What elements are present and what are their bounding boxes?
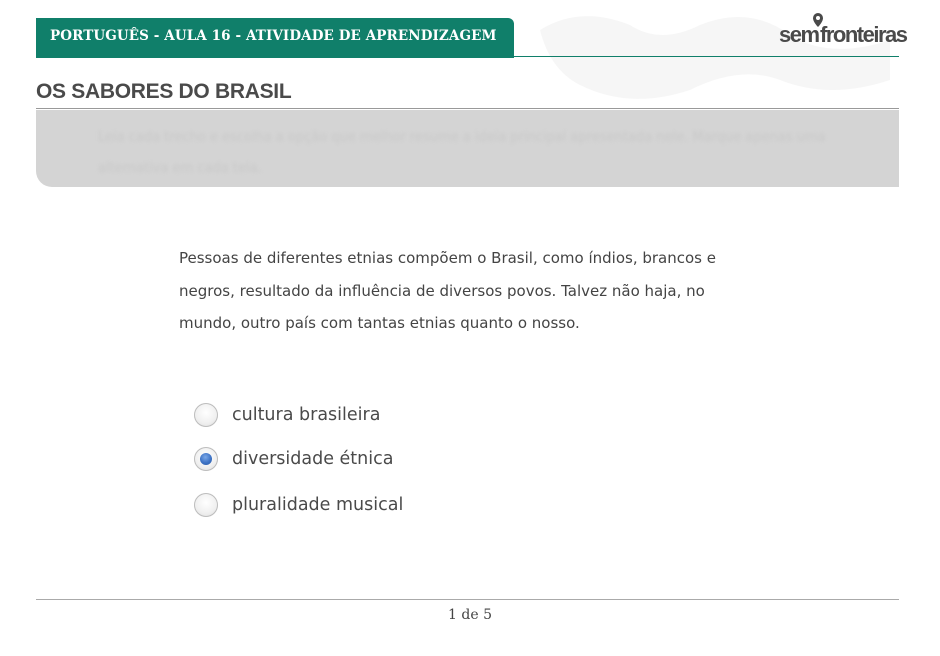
lesson-header-text: PORTUGUÊS - AULA 16 - ATIVIDADE DE APREN… [50, 28, 497, 44]
question-passage: Pessoas de diferentes etnias compõem o B… [179, 249, 716, 332]
instructions-text: Leia cada trecho e escolha a opção que m… [98, 130, 826, 176]
lesson-header-banner: PORTUGUÊS - AULA 16 - ATIVIDADE DE APREN… [36, 18, 514, 58]
logo-text-fronteiras: fronteiras [820, 22, 908, 47]
radio-button[interactable] [194, 403, 218, 427]
page-title: OS SABORES DO BRASIL [36, 80, 292, 103]
option-diversidade-etnica[interactable]: diversidade étnica [193, 444, 493, 478]
world-map-background [540, 16, 890, 99]
page-indicator: 1 de 5 [448, 607, 492, 623]
footer-divider [36, 599, 899, 600]
radio-button[interactable] [194, 493, 218, 517]
semfronteiras-logo: sem fronteiras [779, 13, 908, 48]
option-label: cultura brasileira [232, 405, 381, 425]
option-label: diversidade étnica [232, 449, 394, 469]
title-divider [36, 108, 899, 109]
option-pluralidade-musical[interactable]: pluralidade musical [193, 490, 493, 524]
radio-button-selected[interactable] [194, 447, 218, 471]
header-divider [514, 56, 899, 57]
option-cultura-brasileira[interactable]: cultura brasileira [193, 400, 493, 434]
option-label: pluralidade musical [232, 495, 404, 515]
logo-text-sem: sem [779, 22, 820, 47]
instructions-panel: Leia cada trecho e escolha a opção que m… [36, 110, 899, 187]
